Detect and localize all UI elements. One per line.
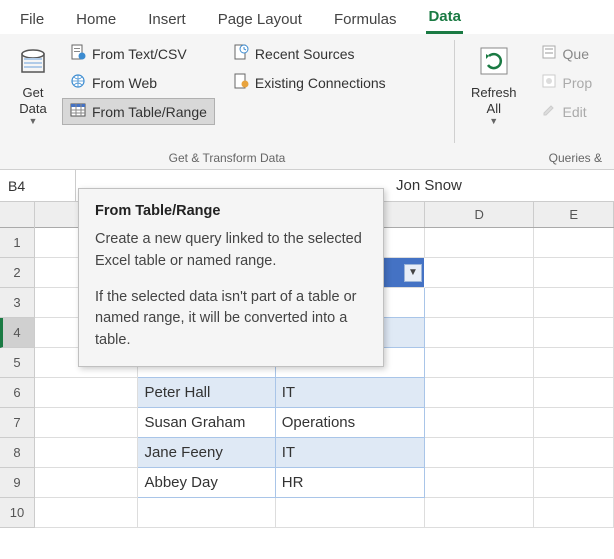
tooltip: From Table/Range Create a new query link… <box>78 188 384 367</box>
cell[interactable] <box>534 498 614 528</box>
table-cell[interactable]: IT <box>276 438 425 468</box>
edit-links-button[interactable]: Edit <box>533 98 601 125</box>
refresh-icon <box>477 44 511 81</box>
table-cell[interactable]: HR <box>276 468 425 498</box>
group-label-get-transform: Get & Transform Data <box>8 149 446 167</box>
cell[interactable] <box>534 318 614 348</box>
cell[interactable] <box>425 408 534 438</box>
cell[interactable] <box>534 348 614 378</box>
cell[interactable] <box>425 258 534 288</box>
cell[interactable] <box>425 498 534 528</box>
table-cell[interactable]: Abbey Day <box>138 468 275 498</box>
from-text-label: From Text/CSV <box>92 46 187 62</box>
properties-icon <box>541 73 557 92</box>
cell[interactable] <box>425 348 534 378</box>
row-headers: 1 2 3 4 5 6 7 8 9 10 <box>0 202 35 528</box>
existing-connections-button[interactable]: Existing Connections <box>225 69 394 96</box>
ribbon-tabs: File Home Insert Page Layout Formulas Da… <box>0 0 614 34</box>
name-box[interactable]: B4 <box>0 170 76 201</box>
database-icon <box>16 44 50 81</box>
table-cell[interactable]: Operations <box>276 408 425 438</box>
cell[interactable] <box>35 468 138 498</box>
cell[interactable] <box>534 258 614 288</box>
tab-formulas[interactable]: Formulas <box>332 7 399 34</box>
edit-icon <box>541 102 557 121</box>
row-header[interactable]: 4 <box>0 318 34 348</box>
document-icon <box>70 44 86 63</box>
table-icon <box>70 102 86 121</box>
chevron-down-icon: ▼ <box>489 116 498 126</box>
recent-icon <box>233 44 249 63</box>
queries-icon <box>541 44 557 63</box>
get-data-button[interactable]: Get Data ▼ <box>8 40 58 149</box>
cell[interactable] <box>534 288 614 318</box>
from-web-button[interactable]: From Web <box>62 69 215 96</box>
cell[interactable] <box>35 438 138 468</box>
from-text-csv-button[interactable]: From Text/CSV <box>62 40 215 67</box>
from-web-label: From Web <box>92 75 157 91</box>
row-header[interactable]: 3 <box>0 288 34 318</box>
cell[interactable] <box>534 468 614 498</box>
cell[interactable] <box>425 288 534 318</box>
row-header[interactable]: 10 <box>0 498 34 528</box>
cell[interactable] <box>425 468 534 498</box>
cell[interactable] <box>534 378 614 408</box>
tooltip-title: From Table/Range <box>95 203 367 219</box>
filter-dropdown-icon[interactable]: ▼ <box>404 264 422 282</box>
cell[interactable] <box>534 438 614 468</box>
row-header[interactable]: 1 <box>0 228 34 258</box>
row-header[interactable]: 9 <box>0 468 34 498</box>
cell[interactable] <box>534 408 614 438</box>
row-header[interactable]: 8 <box>0 438 34 468</box>
tab-insert[interactable]: Insert <box>146 7 188 34</box>
get-data-label: Get Data <box>19 85 46 116</box>
recent-label: Recent Sources <box>255 46 355 62</box>
cell[interactable] <box>138 498 275 528</box>
cell[interactable] <box>35 408 138 438</box>
table-cell[interactable]: Peter Hall <box>138 378 275 408</box>
from-table-label: From Table/Range <box>92 104 207 120</box>
from-table-range-button[interactable]: From Table/Range <box>62 98 215 125</box>
cell[interactable] <box>425 438 534 468</box>
globe-icon <box>70 73 86 92</box>
cell[interactable] <box>534 228 614 258</box>
chevron-down-icon: ▼ <box>29 116 38 126</box>
existing-label: Existing Connections <box>255 75 386 91</box>
ribbon: Get Data ▼ From Text/CSV From Web From T… <box>0 34 614 170</box>
row-header[interactable]: 6 <box>0 378 34 408</box>
connection-icon <box>233 73 249 92</box>
queries-label: Que <box>563 46 589 62</box>
formula-value: Jon Snow <box>396 177 462 194</box>
tab-home[interactable]: Home <box>74 7 118 34</box>
tab-file[interactable]: File <box>18 7 46 34</box>
table-cell[interactable]: IT <box>276 378 425 408</box>
cell[interactable] <box>35 378 138 408</box>
row-header[interactable]: 2 <box>0 258 34 288</box>
properties-button[interactable]: Prop <box>533 69 601 96</box>
queries-button[interactable]: Que <box>533 40 601 67</box>
cell[interactable] <box>425 378 534 408</box>
select-all-corner[interactable] <box>0 202 34 228</box>
tab-page-layout[interactable]: Page Layout <box>216 7 304 34</box>
cell[interactable] <box>35 498 138 528</box>
cell[interactable] <box>276 498 425 528</box>
table-cell[interactable]: Jane Feeny <box>138 438 275 468</box>
edit-label: Edit <box>563 104 587 120</box>
tooltip-text: Create a new query linked to the selecte… <box>95 229 367 273</box>
cell[interactable] <box>425 318 534 348</box>
recent-sources-button[interactable]: Recent Sources <box>225 40 394 67</box>
table-cell[interactable]: Susan Graham <box>138 408 275 438</box>
col-header[interactable]: D <box>425 202 534 227</box>
row-header[interactable]: 7 <box>0 408 34 438</box>
group-label-queries: Queries & <box>463 149 606 167</box>
cell[interactable] <box>425 228 534 258</box>
col-header[interactable]: E <box>534 202 614 227</box>
tab-data[interactable]: Data <box>426 4 463 34</box>
tooltip-text: If the selected data isn't part of a tab… <box>95 287 367 352</box>
row-header[interactable]: 5 <box>0 348 34 378</box>
refresh-label: Refresh All <box>471 85 517 116</box>
refresh-all-button[interactable]: Refresh All ▼ <box>463 40 525 149</box>
properties-label: Prop <box>563 75 593 91</box>
